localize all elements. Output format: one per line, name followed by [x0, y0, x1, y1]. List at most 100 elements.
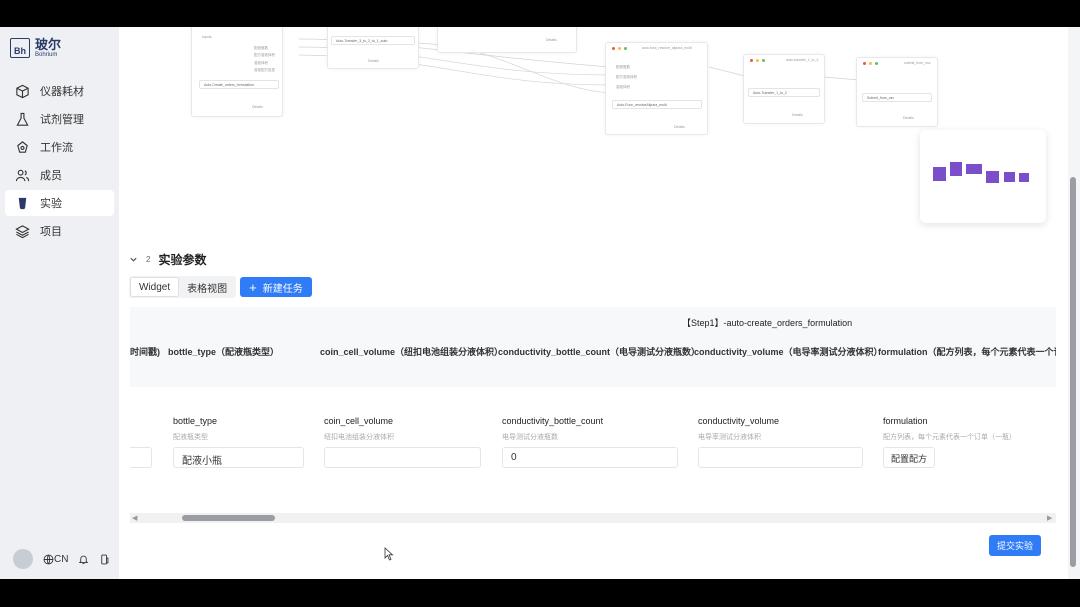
node-pill[interactable]: Submit_from_csv [862, 93, 932, 102]
plus-icon: + [249, 279, 257, 295]
device-button[interactable] [99, 554, 110, 565]
field-hint: 配液瓶类型 [173, 434, 208, 441]
sidebar-item-reagents[interactable]: 试剂管理 [5, 106, 114, 132]
sidebar-item-label: 实验 [40, 198, 62, 210]
minimap-node [986, 171, 999, 183]
sidebar-item-label: 工作流 [40, 142, 73, 154]
column-header: conductivity_bottle_count（电导测试分液瓶数） [498, 347, 701, 357]
workflow-node[interactable]: submit_from_csv Submit_from_csv Details [856, 57, 938, 127]
sidebar-item-label: 仪器耗材 [40, 86, 84, 98]
node-port-label: 配方溶液体积 [616, 75, 637, 79]
field-conductivity-volume: conductivity_volume 电导率测试分液体积 [698, 416, 863, 468]
node-footer: Details [792, 113, 803, 117]
node-port-label: 配方溶液体积 [254, 53, 275, 57]
minimap-node [1019, 173, 1029, 182]
workflow-node[interactable]: Auto-Transfer_3_to_2_to_1_auto Details [327, 27, 419, 69]
workflow-node[interactable]: Details [437, 27, 577, 53]
new-task-button[interactable]: + 新建任务 [240, 277, 312, 297]
column-header: bottle_type（配液瓶类型） [168, 347, 280, 357]
node-port-label: 配液瓶数 [616, 65, 630, 69]
workflow-node[interactable]: auto-transfer_1_to_2 Auto-Transfer_1_to_… [743, 54, 825, 124]
field-coin-cell-volume: coin_cell_volume 纽扣电池组装分液体积 [324, 416, 481, 468]
bottle-type-input[interactable]: 配液小瓶 [173, 447, 304, 468]
sidebar-item-label: 试剂管理 [40, 114, 84, 126]
node-port-label: 溶液体积 [254, 61, 268, 65]
workflow-icon [17, 140, 28, 153]
node-footer: Details [546, 38, 557, 42]
app-window: Bh 玻尔 Bohrium 仪器耗材 试剂管理 工作流 成员 实验 项目 CN … [0, 27, 1080, 579]
node-status-dots [863, 62, 878, 65]
node-port-label: 配液瓶数 [254, 46, 268, 50]
language-switcher[interactable]: CN [43, 554, 68, 565]
node-pill[interactable]: Auto-Create_orders_formulation [199, 80, 279, 89]
field-label: coin_cell_volume [324, 416, 394, 426]
workflow-node[interactable]: auto-func_resolve_allpara_multi 配液瓶数 配方溶… [605, 42, 708, 135]
configure-formulation-button[interactable]: 配置配方 [883, 447, 936, 468]
minimap-node [950, 162, 962, 176]
sidebar: Bh 玻尔 Bohrium 仪器耗材 试剂管理 工作流 成员 实验 项目 CN [0, 27, 119, 579]
sidebar-item-workflow[interactable]: 工作流 [5, 134, 114, 160]
workflow-canvas[interactable]: Inputs 配液瓶数 配方溶液体积 溶液体积 溶液配方信息 Auto-Crea… [119, 27, 1072, 242]
minimap-node [933, 167, 946, 181]
node-pill[interactable]: Auto-Transfer_1_to_2 [748, 88, 820, 97]
cube-icon [16, 84, 29, 98]
sidebar-nav: 仪器耗材 试剂管理 工作流 成员 实验 项目 [5, 78, 114, 246]
globe-icon [43, 554, 54, 564]
truncated-input[interactable] [130, 447, 152, 468]
sidebar-item-experiments[interactable]: 实验 [5, 190, 114, 216]
scroll-thumb[interactable] [182, 515, 275, 521]
sidebar-item-projects[interactable]: 项目 [5, 218, 114, 244]
language-label: CN [54, 553, 69, 565]
workflow-node[interactable]: Inputs 配液瓶数 配方溶液体积 溶液体积 溶液配方信息 Auto-Crea… [191, 27, 283, 117]
brand-logo[interactable]: Bh 玻尔 Bohrium [10, 38, 61, 58]
scroll-left-icon[interactable]: ◀ [132, 514, 137, 522]
step-title: 【Step1】-auto-create_orders_formulation [682, 318, 853, 328]
section-header[interactable]: 2 实验参数 [129, 251, 206, 268]
column-header: formulation（配方列表，每个元素代表一个订 [878, 347, 1056, 357]
sidebar-item-instruments[interactable]: 仪器耗材 [5, 78, 114, 104]
coin-cell-volume-input[interactable] [324, 447, 481, 468]
conductivity-volume-input[interactable] [698, 447, 863, 468]
mouse-cursor-icon [384, 547, 394, 561]
notification-button[interactable] [78, 554, 89, 565]
horizontal-scrollbar[interactable]: ◀ ▶ [130, 513, 1056, 523]
field-hint: 纽扣电池组装分液体积 [324, 434, 394, 441]
vertical-scrollbar[interactable] [1068, 27, 1080, 579]
sidebar-item-members[interactable]: 成员 [5, 162, 114, 188]
field-hint: 配方列表，每个元素代表一个订单（一瓶） [883, 434, 1016, 441]
parameter-table: 【Step1】-auto-create_orders_formulation 时… [130, 307, 1056, 523]
conductivity-bottle-count-input[interactable]: 0 [502, 447, 678, 468]
avatar[interactable] [13, 549, 33, 569]
logo-mark: Bh [10, 38, 30, 58]
canvas-minimap[interactable] [920, 130, 1046, 223]
node-pill[interactable]: Auto-Func_resolveAllpara_multi [612, 100, 702, 109]
brand-name-en: Bohrium [35, 52, 58, 58]
field-label: bottle_type [173, 416, 218, 426]
submit-experiment-button[interactable]: 提交实验 [989, 535, 1042, 556]
field-label: formulation [883, 416, 928, 426]
minimap-node [1004, 172, 1015, 182]
brand-name: 玻尔 [35, 37, 62, 52]
field-hint: 电导率测试分液体积 [698, 434, 761, 441]
beaker-icon [18, 197, 27, 209]
node-footer: Details [903, 116, 914, 120]
tab-group: Widget 表格视图 [129, 276, 237, 298]
field-bottle-type: bottle_type 配液瓶类型 配液小瓶 [173, 416, 304, 468]
phone-icon [101, 554, 109, 564]
view-tabs: Widget 表格视图 + 新建任务 [129, 276, 312, 298]
node-pill[interactable]: Auto-Transfer_3_to_2_to_1_auto [331, 36, 415, 45]
node-title: auto-transfer_1_to_2 [786, 58, 819, 62]
chevron-down-icon[interactable] [129, 255, 138, 264]
tab-table-view[interactable]: 表格视图 [179, 277, 235, 297]
column-header: conductivity_volume（电导率测试分液体积） [694, 347, 883, 357]
tab-widget[interactable]: Widget [130, 277, 180, 297]
node-status-dots [750, 59, 765, 62]
minimap-node [966, 164, 982, 174]
field-label: conductivity_bottle_count [502, 416, 604, 426]
main-content: Inputs 配液瓶数 配方溶液体积 溶液体积 溶液配方信息 Auto-Crea… [119, 27, 1072, 579]
layers-icon [15, 224, 30, 238]
field-label: conductivity_volume [698, 416, 780, 426]
scroll-right-icon[interactable]: ▶ [1047, 514, 1052, 522]
scroll-thumb[interactable] [1070, 177, 1076, 567]
section-title: 实验参数 [158, 253, 207, 267]
